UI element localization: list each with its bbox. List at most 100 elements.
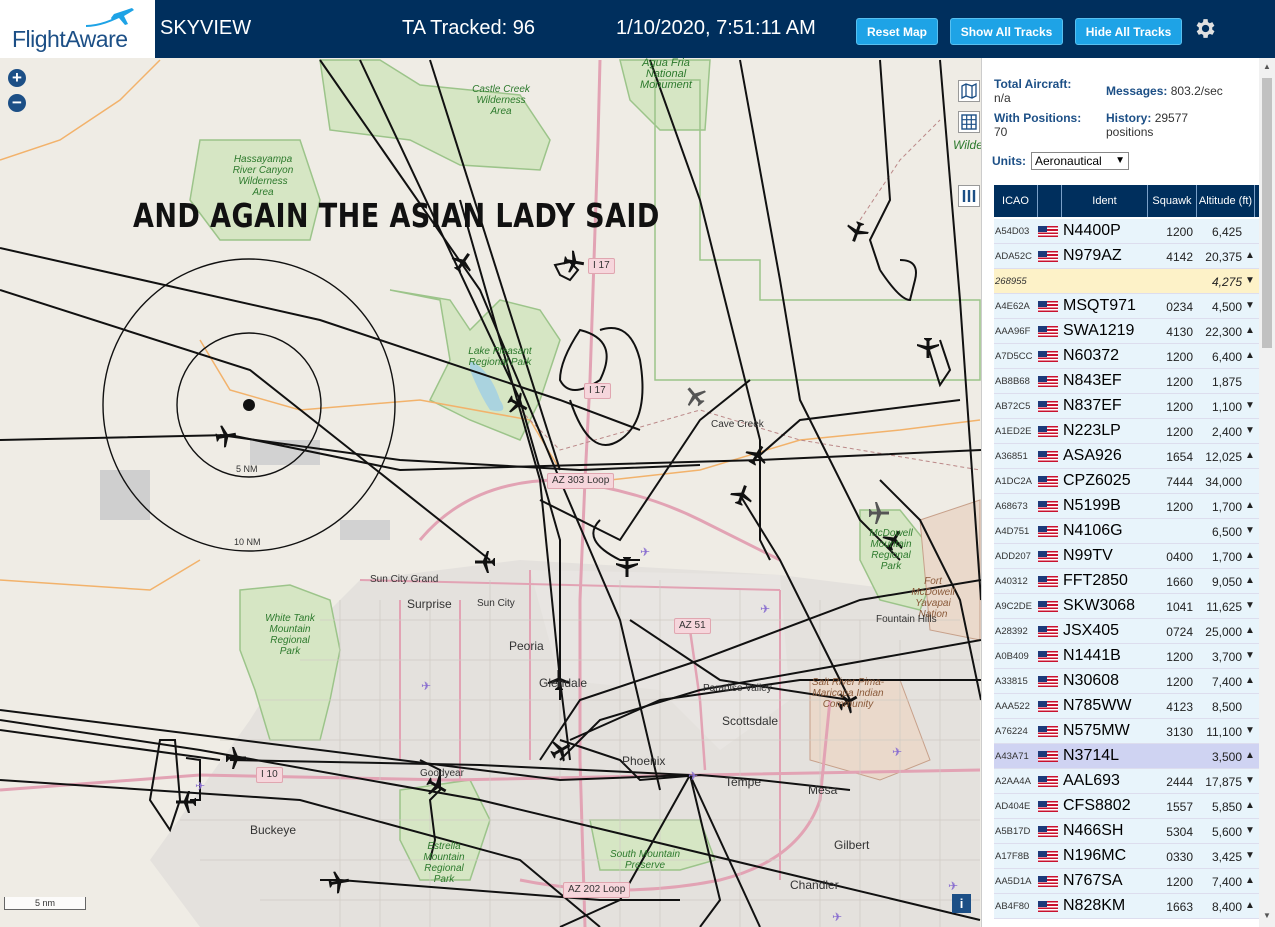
ident-cell: N99TV [1063,547,1113,564]
us-flag-icon [1038,726,1058,737]
column-ident[interactable]: Ident [1062,185,1148,217]
column-icao[interactable]: ICAO [994,185,1038,217]
us-flag-icon [1038,651,1058,662]
messages-label: Messages: [1106,84,1168,98]
reset-map-button[interactable]: Reset Map [856,18,938,45]
ident-cell: N1441B [1063,647,1121,664]
altitude-cell: 3,700 [1211,650,1242,664]
svg-text:✈: ✈ [892,745,902,759]
table-row[interactable]: 268955 4,275 ▼ [994,269,1259,294]
columns-icon[interactable] [958,185,980,207]
show-all-tracks-button[interactable]: Show All Tracks [950,18,1063,45]
table-row[interactable]: A36851 ASA926 1654 12,025 ▲ [994,444,1259,469]
ident-cell: SKW3068 [1063,597,1136,614]
total-aircraft: Total Aircraft: n/a [994,77,1071,105]
squawk-cell: 3130 [1166,725,1193,739]
gear-icon[interactable] [1192,16,1217,41]
table-row[interactable]: A68673 N5199B 1200 1,700 ▲ [994,494,1259,519]
table-row[interactable]: A33815 N30608 1200 7,400 ▲ [994,669,1259,694]
table-row[interactable]: A1DC2A CPZ6025 7444 34,000 [994,469,1259,494]
grid-icon[interactable] [958,111,980,133]
icao-cell: A76224 [995,726,1028,737]
table-row[interactable]: A43A71 N3714L 3,500 ▲ [994,744,1259,769]
altitude-cell: 7,400 [1211,675,1242,689]
table-row[interactable]: ADA52C N979AZ 4142 20,375 ▲ [994,244,1259,269]
altitude-cell: 17,875 [1205,775,1242,789]
table-row[interactable]: A28392 JSX405 0724 25,000 ▲ [994,619,1259,644]
units-label: Units: [992,154,1026,168]
highway-shield: I 17 [584,383,611,399]
altitude-trend-icon: ▼ [1245,725,1255,736]
table-row[interactable]: A2AA4A AAL693 2444 17,875 ▼ [994,769,1259,794]
ident-cell: N60372 [1063,347,1120,364]
scale-bar: 5 nm [4,897,86,910]
altitude-trend-icon: ▲ [1245,500,1255,511]
altitude-cell: 6,400 [1211,350,1242,364]
map-layer-icon[interactable] [958,80,980,102]
flightaware-logo[interactable]: FlightAware [0,0,155,58]
area-label: White Tank Mountain Regional Park [265,613,315,657]
area-label: Hassayampa River Canyon Wilderness Area [232,154,294,198]
city-label: Buckeye [250,823,297,837]
overlay-caption: AND AGAIN THE ASIAN LADY SAID [133,196,660,235]
icao-cell: ADD207 [995,551,1031,562]
ident-cell: JSX405 [1063,622,1120,639]
city-label: Surprise [407,597,452,611]
table-row[interactable]: AB8B68 N843EF 1200 1,875 [994,369,1259,394]
icao-cell: AB8B68 [995,376,1030,387]
ident-cell: N466SH [1063,822,1124,839]
table-row[interactable]: A76224 N575MW 3130 11,100 ▼ [994,719,1259,744]
svg-text:✈: ✈ [832,910,842,924]
column-altitude[interactable]: Altitude (ft) [1197,185,1255,217]
us-flag-icon [1038,451,1058,462]
icao-cell: A43A71 [995,751,1029,762]
icao-cell: A5B17D [995,826,1031,837]
table-row[interactable]: A1ED2E N223LP 1200 2,400 ▼ [994,419,1259,444]
scrollbar-thumb[interactable] [1262,78,1272,348]
column-flag[interactable] [1038,185,1062,217]
icao-cell: 268955 [995,276,1027,287]
table-row[interactable]: A4D751 N4106G 6,500 ▼ [994,519,1259,544]
table-row[interactable]: ADD207 N99TV 0400 1,700 ▲ [994,544,1259,569]
table-row[interactable]: A7D5CC N60372 1200 6,400 ▲ [994,344,1259,369]
altitude-cell: 3,425 [1211,850,1242,864]
us-flag-icon [1038,576,1058,587]
zoom-in-button[interactable]: + [8,69,26,87]
ident-cell: N979AZ [1063,247,1122,264]
units-select[interactable]: Aeronautical ▼ [1031,152,1129,170]
highway-shield: AZ 202 Loop [563,882,631,898]
icao-cell: ADA52C [995,251,1032,262]
zoom-out-button[interactable]: − [8,94,26,112]
app-name: SKYVIEW [160,17,252,39]
table-row[interactable]: AD404E CFS8802 1557 5,850 ▲ [994,794,1259,819]
table-row[interactable]: AB72C5 N837EF 1200 1,100 ▼ [994,394,1259,419]
table-row[interactable]: AA5D1A N767SA 1200 7,400 ▲ [994,869,1259,894]
altitude-cell: 22,300 [1205,325,1242,339]
altitude-cell: 25,000 [1205,625,1242,639]
table-row[interactable]: AAA522 N785WW 4123 8,500 [994,694,1259,719]
map-view[interactable]: ✈ ✈ ✈ ✈ ✈ ✈ ✈ ✈ Agua Fria National Monument C… [0,58,981,927]
table-row[interactable]: A17F8B N196MC 0330 3,425 ▼ [994,844,1259,869]
scroll-up-icon[interactable]: ▲ [1263,62,1271,71]
highway-shield: AZ 51 [674,618,711,634]
table-row[interactable]: A9C2DE SKW3068 1041 11,625 ▼ [994,594,1259,619]
panel-scrollbar[interactable]: ▲ ▼ [1259,58,1275,927]
area-label: McDowell Mountain Regional Park [869,528,913,572]
altitude-trend-icon: ▼ [1245,775,1255,786]
table-row[interactable]: A40312 FFT2850 1660 9,050 ▲ [994,569,1259,594]
highway-shield: AZ 303 Loop [547,473,615,489]
table-row[interactable]: AAA96F SWA1219 4130 22,300 ▲ [994,319,1259,344]
table-row[interactable]: AB4F80 N828KM 1663 8,400 ▲ [994,894,1259,919]
squawk-cell: 1200 [1166,350,1193,364]
info-icon[interactable]: i [952,894,971,913]
table-row[interactable]: A0B409 N1441B 1200 3,700 ▼ [994,644,1259,669]
table-row[interactable]: A5B17D N466SH 5304 5,600 ▼ [994,819,1259,844]
column-squawk[interactable]: Squawk [1148,185,1197,217]
ident-cell: N837EF [1063,397,1122,414]
hide-all-tracks-button[interactable]: Hide All Tracks [1075,18,1182,45]
scroll-down-icon[interactable]: ▼ [1263,911,1271,920]
table-row[interactable]: A4E62A MSQT971 0234 4,500 ▼ [994,294,1259,319]
squawk-cell: 4130 [1166,325,1193,339]
table-row[interactable]: A54D03 N4400P 1200 6,425 [994,219,1259,244]
squawk-cell: 0724 [1166,625,1193,639]
